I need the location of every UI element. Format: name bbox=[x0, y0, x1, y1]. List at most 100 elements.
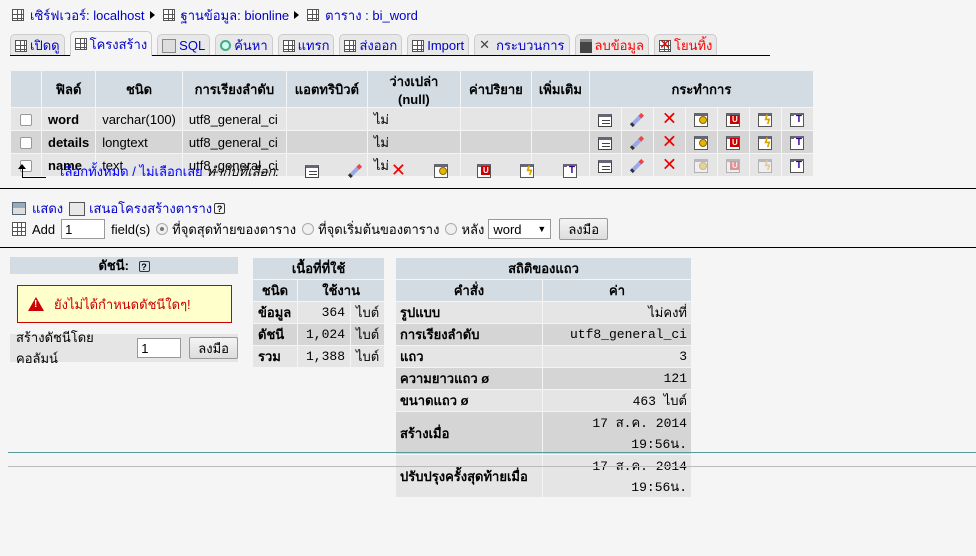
tab-label: SQL bbox=[179, 38, 206, 53]
breadcrumb: เซิร์ฟเวอร์: localhost ฐานข้อมูล: bionli… bbox=[12, 6, 418, 24]
table-row: word varchar(100) utf8_general_ci ไม่ ✕ bbox=[11, 108, 813, 130]
space-value: 1,024 bbox=[298, 324, 350, 345]
help-icon[interactable]: ? bbox=[138, 261, 150, 272]
tab-label: โครงสร้าง bbox=[89, 36, 148, 52]
arrow-up-icon bbox=[18, 164, 46, 178]
row-stats-title: สถิติของแถว bbox=[396, 258, 691, 279]
with-selected-actions: ✕ bbox=[291, 162, 592, 180]
check-all-link[interactable]: เลือกทั้งหมด bbox=[60, 161, 129, 182]
browse-distinct-icon[interactable] bbox=[598, 113, 613, 127]
unique-icon[interactable] bbox=[726, 112, 741, 127]
tab-sql[interactable]: SQL bbox=[157, 34, 211, 56]
table-row: ดัชนี 1,024 ไบต์ bbox=[253, 324, 385, 345]
warning-icon bbox=[28, 297, 44, 311]
space-usage-title: เนื้อที่ที่ใช้ bbox=[253, 258, 385, 279]
change-pencil-icon[interactable] bbox=[630, 158, 645, 174]
header-type: ชนิด bbox=[96, 71, 182, 107]
add-count-input[interactable] bbox=[61, 219, 106, 239]
print-view-link[interactable]: แสดง bbox=[32, 198, 63, 219]
radio-after[interactable] bbox=[445, 223, 458, 235]
tab-export[interactable]: ส่งออก bbox=[339, 34, 403, 56]
field-type: varchar(100) bbox=[96, 108, 182, 130]
add-fields-go-button[interactable]: ลงมือ bbox=[559, 218, 609, 240]
drop-icon: ✕ bbox=[658, 36, 671, 53]
fulltext-icon[interactable] bbox=[790, 158, 805, 173]
fulltext-icon[interactable] bbox=[790, 112, 805, 127]
warning-text: ยังไม่ได้กำหนดดัชนีใดๆ! bbox=[54, 296, 191, 312]
breadcrumb-server[interactable]: เซิร์ฟเวอร์: localhost bbox=[12, 5, 145, 26]
propose-structure-icon bbox=[69, 201, 86, 216]
tab-label: กระบวนการ bbox=[496, 38, 565, 53]
primary-key-icon[interactable] bbox=[694, 112, 709, 127]
drop-x-icon[interactable]: ✕ bbox=[662, 132, 677, 153]
primary-selected-key-icon[interactable] bbox=[434, 164, 449, 178]
printer-icon bbox=[12, 202, 26, 215]
tab-import[interactable]: Import bbox=[407, 34, 470, 56]
table-row: ข้อมูล 364 ไบต์ bbox=[253, 302, 385, 323]
breadcrumb-table[interactable]: ตาราง : bi_word bbox=[307, 5, 418, 26]
unique-icon[interactable] bbox=[726, 135, 741, 150]
change-pencil-icon[interactable] bbox=[630, 112, 645, 128]
primary-key-icon[interactable] bbox=[694, 135, 709, 150]
help-icon[interactable]: ? bbox=[214, 203, 226, 214]
radio-at-beginning-label: ที่จุดเริ่มต้นของตาราง bbox=[318, 221, 440, 237]
tab-insert[interactable]: แทรก bbox=[277, 34, 335, 56]
propose-structure-link[interactable]: เสนอโครงสร้างตาราง bbox=[89, 198, 212, 219]
space-usage-panel: เนื้อที่ที่ใช้ ชนิด ใช้งาน ข้อมูล 364 ไบ… bbox=[252, 257, 385, 368]
create-index-go-button[interactable]: ลงมือ bbox=[189, 337, 238, 359]
with-selected-label: ทำกับที่เลือก: bbox=[206, 163, 279, 179]
uncheck-all-link[interactable]: ไม่เลือกเลย bbox=[139, 161, 202, 182]
tab-label: Import bbox=[427, 38, 465, 53]
drop-x-icon[interactable]: ✕ bbox=[662, 109, 677, 130]
field-extra bbox=[531, 131, 589, 153]
header-extra: เพิ่มเติม bbox=[531, 71, 589, 107]
tab-bar: เปิดดู โครงสร้าง SQL ค้นหา แทรก ส่งออก I… bbox=[10, 31, 976, 56]
after-field-select[interactable]: word ▼ bbox=[488, 219, 552, 239]
create-index-form: สร้างดัชนีโดยคอลัมน์ ลงมือ bbox=[10, 330, 238, 366]
index-selected-icon[interactable] bbox=[520, 164, 535, 178]
radio-at-beginning[interactable] bbox=[302, 223, 315, 235]
tab-search[interactable]: ค้นหา bbox=[215, 34, 273, 56]
tab-browse[interactable]: เปิดดู bbox=[10, 34, 65, 56]
unique-selected-icon[interactable] bbox=[477, 164, 492, 178]
tab-empty[interactable]: ลบข้อมูล bbox=[574, 34, 649, 56]
breadcrumb-database[interactable]: ฐานข้อมูล: bionline bbox=[162, 5, 289, 26]
field-null: ไม่ bbox=[367, 131, 460, 153]
stat-value: 17 ส.ค. 2014 19:56น. bbox=[543, 455, 691, 497]
table-row: การเรียงลำดับ utf8_general_ci bbox=[396, 324, 691, 345]
index-icon[interactable] bbox=[758, 135, 773, 150]
browse-distinct-icon[interactable] bbox=[598, 159, 613, 173]
drop-x-icon[interactable]: ✕ bbox=[662, 155, 677, 176]
fulltext-icon[interactable] bbox=[790, 135, 805, 150]
import-icon bbox=[412, 39, 425, 52]
indexes-title: ดัชนี: bbox=[98, 258, 129, 273]
row-checkbox[interactable] bbox=[20, 137, 32, 150]
radio-at-end[interactable] bbox=[156, 223, 169, 235]
space-type: ดัชนี bbox=[253, 324, 297, 345]
create-index-count-input[interactable] bbox=[137, 338, 182, 358]
change-selected-pencil-icon[interactable] bbox=[348, 163, 363, 179]
browse-selected-icon[interactable] bbox=[305, 164, 320, 178]
tab-drop[interactable]: ✕ โยนทิ้ง bbox=[653, 34, 718, 56]
row-statistics-panel: สถิติของแถว คำสั่ง ค่า รูปแบบ ไม่คงที่ กา… bbox=[395, 257, 692, 498]
change-pencil-icon[interactable] bbox=[630, 135, 645, 151]
breadcrumb-arrow-icon bbox=[294, 11, 300, 19]
space-type: ข้อมูล bbox=[253, 302, 297, 323]
server-icon bbox=[12, 9, 24, 21]
row-checkbox[interactable] bbox=[20, 114, 32, 127]
index-icon[interactable] bbox=[758, 112, 773, 127]
stat-value: 17 ส.ค. 2014 19:56น. bbox=[543, 412, 691, 454]
table-row: แถว 3 bbox=[396, 346, 691, 367]
tab-structure[interactable]: โครงสร้าง bbox=[69, 31, 153, 56]
fulltext-selected-icon[interactable] bbox=[563, 164, 578, 178]
divider bbox=[8, 452, 976, 453]
structure-header-row: ฟิลด์ ชนิด การเรียงลำดับ แอตทริบิวต์ ว่า… bbox=[11, 71, 813, 107]
stat-value: ไม่คงที่ bbox=[543, 302, 691, 323]
with-selected-bar: เลือกทั้งหมด / ไม่เลือกเลย ทำกับที่เลือก… bbox=[18, 161, 592, 181]
table-icon bbox=[307, 9, 320, 21]
field-name: word bbox=[42, 108, 96, 130]
table-row: รวม 1,388 ไบต์ bbox=[253, 346, 385, 367]
tab-operations[interactable]: ✕ กระบวนการ bbox=[474, 34, 570, 56]
browse-distinct-icon[interactable] bbox=[598, 136, 613, 150]
drop-selected-x-icon[interactable]: ✕ bbox=[391, 162, 406, 180]
